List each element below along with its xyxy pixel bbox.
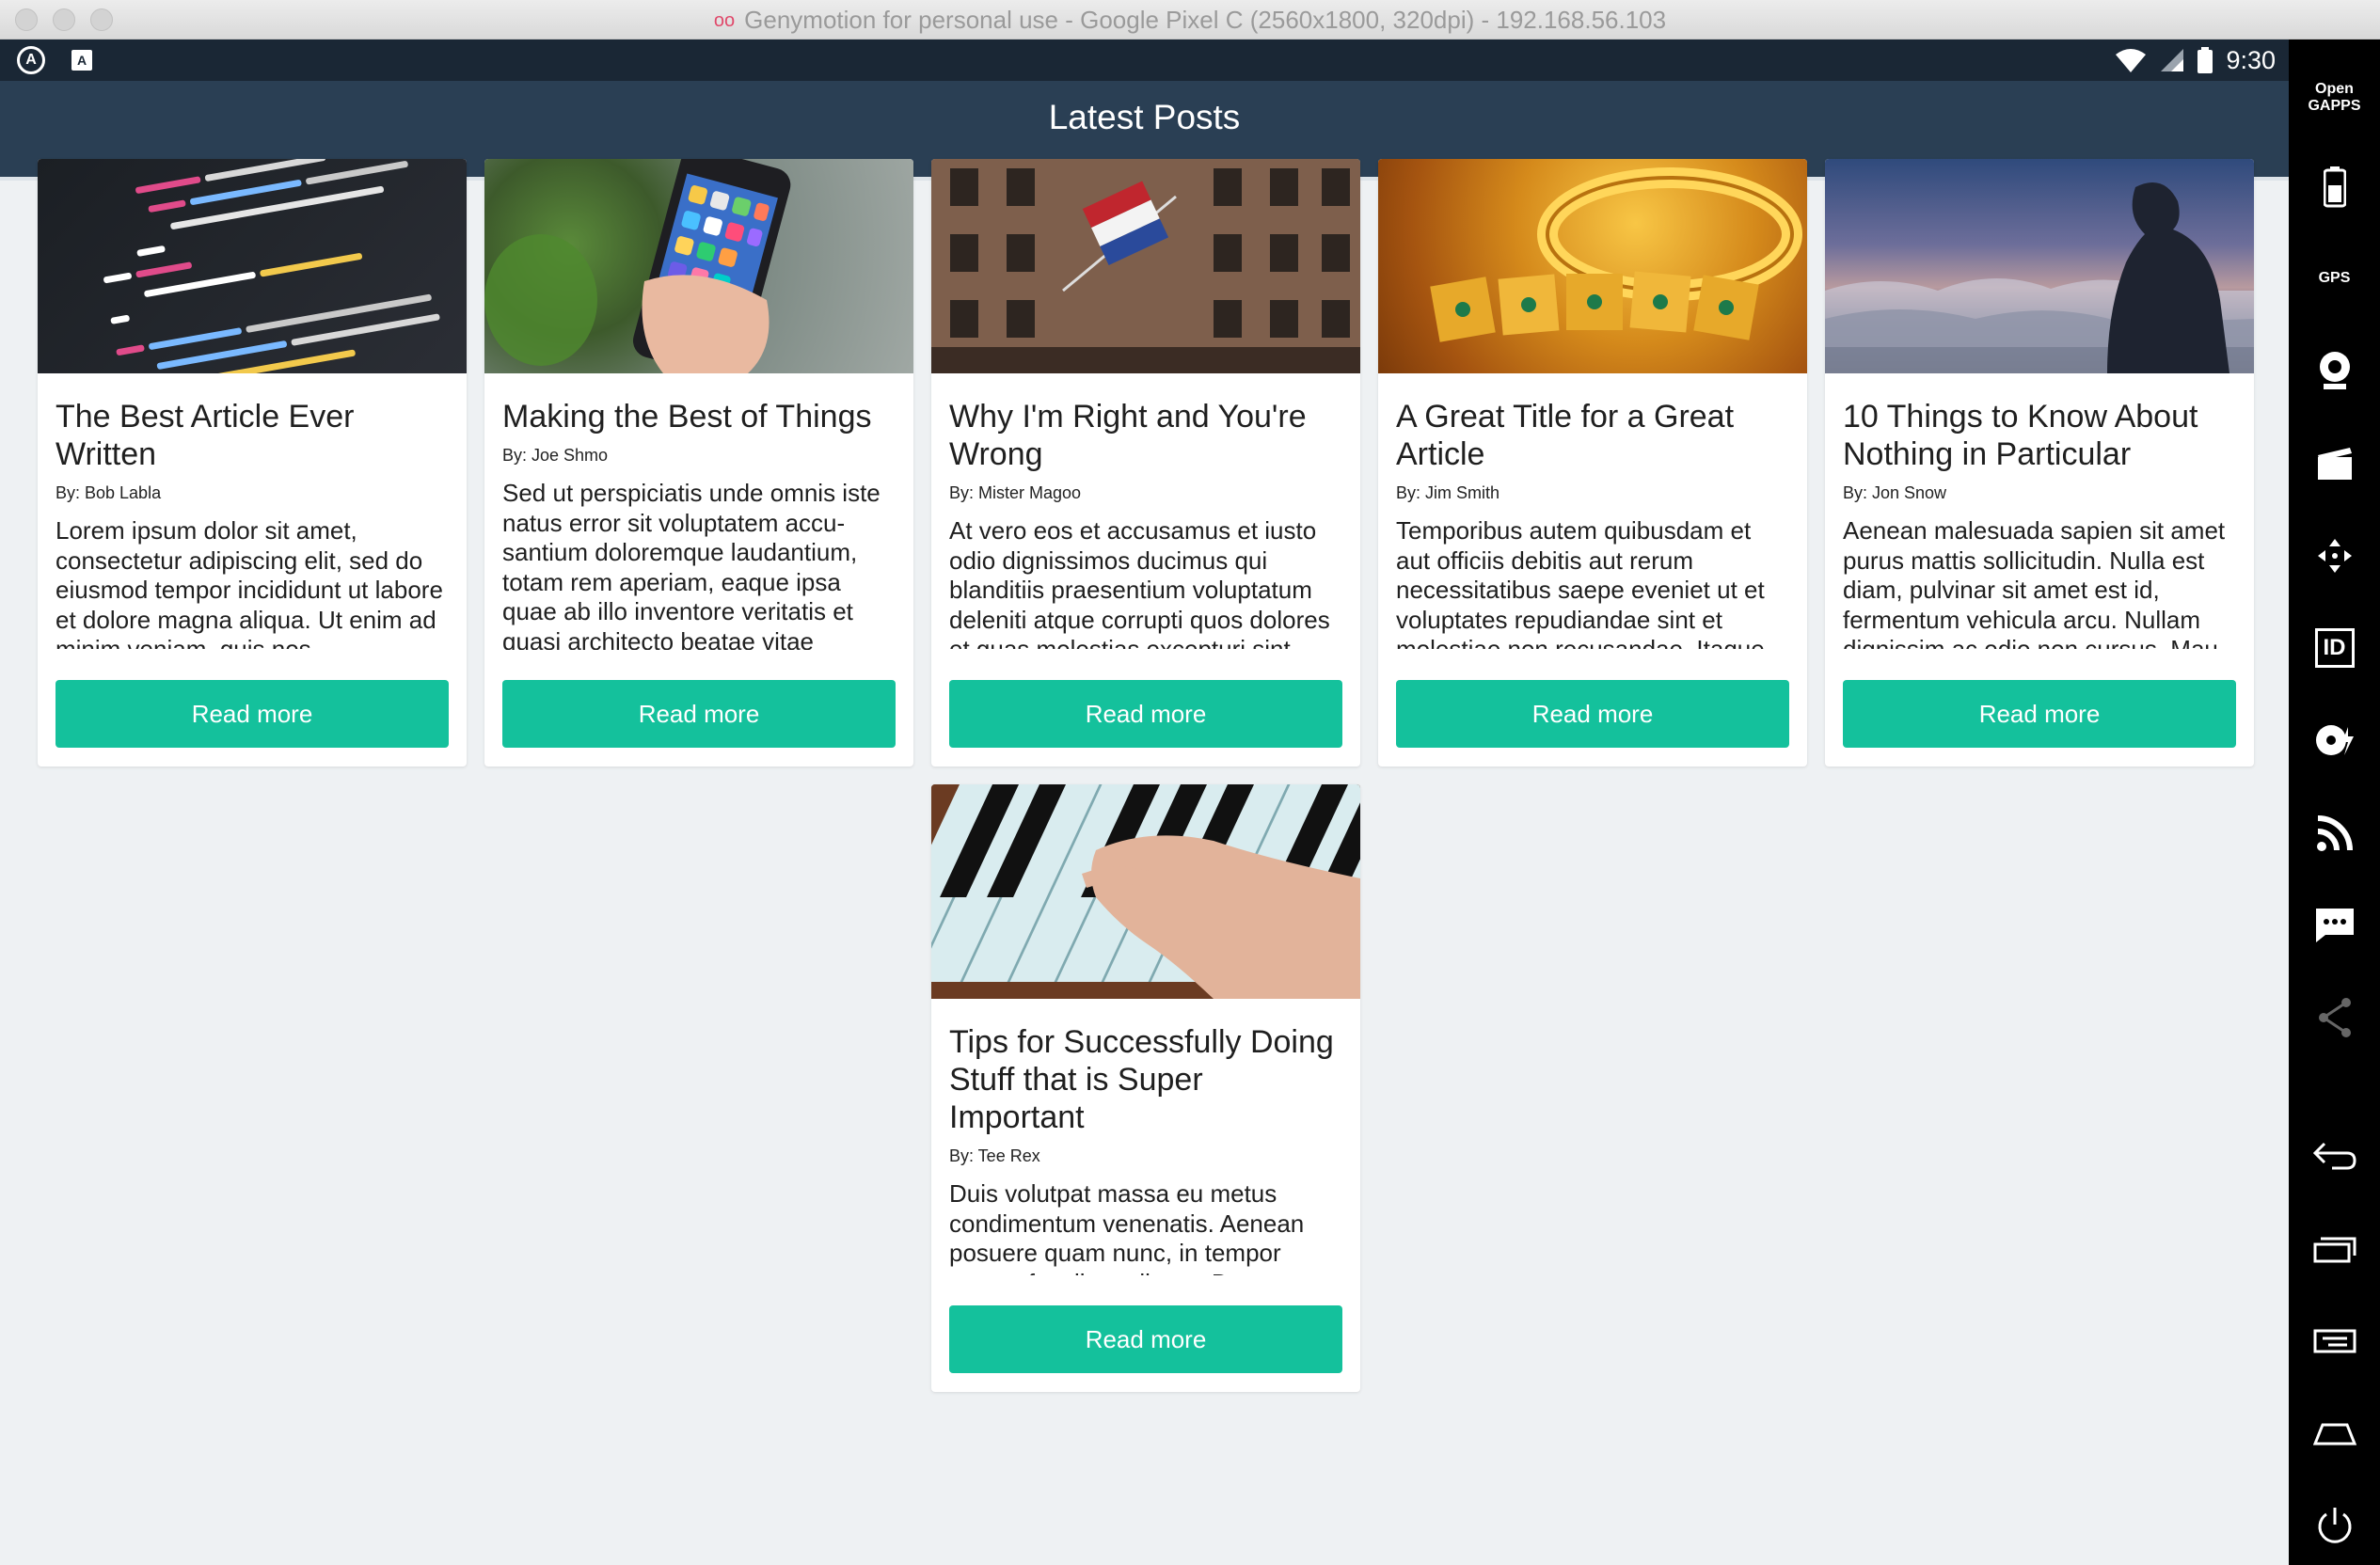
post-excerpt: At vero eos et accusamus et iusto odio d… bbox=[949, 516, 1330, 649]
post-excerpt: Temporibus autem quibusdam et aut offici… bbox=[1396, 516, 1765, 649]
window-title: oo Genymotion for personal use - Google P… bbox=[0, 0, 2380, 40]
hand-on-piano-photo bbox=[931, 784, 1360, 999]
window-title-text: Genymotion for personal use - Google Pix… bbox=[744, 6, 1667, 34]
app-notification-icon: A bbox=[71, 50, 92, 71]
post-card: Why I'm Right and You're Wrong By: Miste… bbox=[931, 159, 1360, 767]
signal-icon bbox=[2161, 49, 2184, 71]
android-studio-icon: A bbox=[17, 46, 45, 74]
screencast-widget-icon[interactable] bbox=[2289, 433, 2380, 489]
read-more-button[interactable]: Read more bbox=[949, 680, 1342, 748]
post-card: 10 Things to Know About Nothing in Parti… bbox=[1825, 159, 2254, 767]
post-excerpt: Duis volutpat massa eu metus condimentum… bbox=[949, 1179, 1309, 1275]
genymotion-toolbar: Open GAPPS GPS ID bbox=[2289, 40, 2380, 1565]
post-excerpt: Lorem ipsum dolor sit amet, consectetur … bbox=[56, 516, 443, 649]
hand-holding-phone-photo bbox=[484, 159, 791, 373]
code-screen-photo bbox=[103, 159, 440, 373]
post-title[interactable]: The Best Article Ever Written bbox=[56, 398, 449, 473]
post-author: By: Jim Smith bbox=[1396, 483, 1500, 502]
post-card: The Best Article Ever Written By: Bob La… bbox=[38, 159, 467, 767]
remote-control-icon[interactable] bbox=[2289, 526, 2380, 582]
power-icon[interactable] bbox=[2289, 1495, 2380, 1552]
menu-icon[interactable] bbox=[2289, 1311, 2380, 1367]
page-title: Latest Posts bbox=[1048, 98, 1241, 136]
post-author: By: Jon Snow bbox=[1843, 483, 1947, 502]
back-button-icon[interactable] bbox=[2289, 1126, 2380, 1182]
post-title[interactable]: Why I'm Right and You're Wrong bbox=[949, 398, 1342, 473]
read-more-button[interactable]: Read more bbox=[1843, 680, 2236, 748]
id-label: ID bbox=[2314, 628, 2355, 669]
disk-io-widget-icon[interactable] bbox=[2289, 710, 2380, 767]
gps-label: GPS bbox=[2318, 270, 2351, 287]
battery-icon bbox=[2198, 47, 2213, 73]
post-image bbox=[1378, 159, 1807, 373]
status-bar: A A 9:30 bbox=[0, 40, 2289, 81]
read-more-button[interactable]: Read more bbox=[56, 680, 449, 748]
post-card: Making the Best of Things By: Joe Shmo S… bbox=[484, 159, 913, 767]
share-icon[interactable] bbox=[2289, 988, 2380, 1044]
genymotion-logo-icon: oo bbox=[713, 10, 736, 31]
read-more-button[interactable]: Read more bbox=[1396, 680, 1789, 748]
open-gapps-icon[interactable]: Open GAPPS bbox=[2289, 68, 2380, 124]
open-gapps-label: Open GAPPS bbox=[2308, 81, 2361, 115]
home-icon[interactable] bbox=[2289, 1403, 2380, 1460]
post-image bbox=[38, 159, 467, 373]
post-card: A Great Title for a Great Article By: Ji… bbox=[1378, 159, 1807, 767]
post-excerpt: Sed ut perspiciatis unde omnis iste natu… bbox=[502, 479, 881, 650]
clock: 9:30 bbox=[2226, 45, 2276, 74]
post-title[interactable]: Tips for Successfully Doing Stuff that i… bbox=[949, 1023, 1342, 1136]
read-more-button[interactable]: Read more bbox=[949, 1305, 1342, 1373]
post-image bbox=[1825, 159, 2254, 373]
window-titlebar: oo Genymotion for personal use - Google P… bbox=[0, 0, 2380, 40]
battery-widget-icon[interactable] bbox=[2289, 157, 2380, 213]
post-title[interactable]: 10 Things to Know About Nothing in Parti… bbox=[1843, 398, 2236, 473]
sms-widget-icon[interactable] bbox=[2289, 895, 2380, 952]
network-widget-icon[interactable] bbox=[2289, 803, 2380, 860]
post-image bbox=[931, 784, 1360, 999]
post-author: By: Mister Magoo bbox=[949, 483, 1082, 502]
post-card: Tips for Successfully Doing Stuff that i… bbox=[931, 784, 1360, 1392]
gold-jewelry-photo bbox=[1430, 167, 1802, 342]
read-more-button[interactable]: Read more bbox=[502, 680, 896, 748]
post-author: By: Bob Labla bbox=[56, 483, 162, 502]
post-image bbox=[484, 159, 913, 373]
post-excerpt: Aenean malesuada sapien sit amet purus m… bbox=[1843, 516, 2227, 649]
post-title[interactable]: A Great Title for a Great Article bbox=[1396, 398, 1789, 473]
recent-apps-icon[interactable] bbox=[2289, 1219, 2380, 1275]
post-author: By: Joe Shmo bbox=[502, 446, 609, 465]
wifi-icon bbox=[2116, 49, 2147, 72]
building-with-flag-photo bbox=[931, 159, 1360, 373]
identifiers-widget-icon[interactable]: ID bbox=[2289, 618, 2380, 674]
webcam-widget-icon[interactable] bbox=[2289, 340, 2380, 397]
gps-widget-icon[interactable]: GPS bbox=[2289, 248, 2380, 305]
person-above-clouds-photo bbox=[1825, 182, 2254, 373]
post-author: By: Tee Rex bbox=[949, 1146, 1040, 1165]
post-title[interactable]: Making the Best of Things bbox=[502, 398, 896, 435]
post-image bbox=[931, 159, 1360, 373]
android-screen: A A 9:30 Latest Posts The Best Article E… bbox=[0, 40, 2289, 1565]
